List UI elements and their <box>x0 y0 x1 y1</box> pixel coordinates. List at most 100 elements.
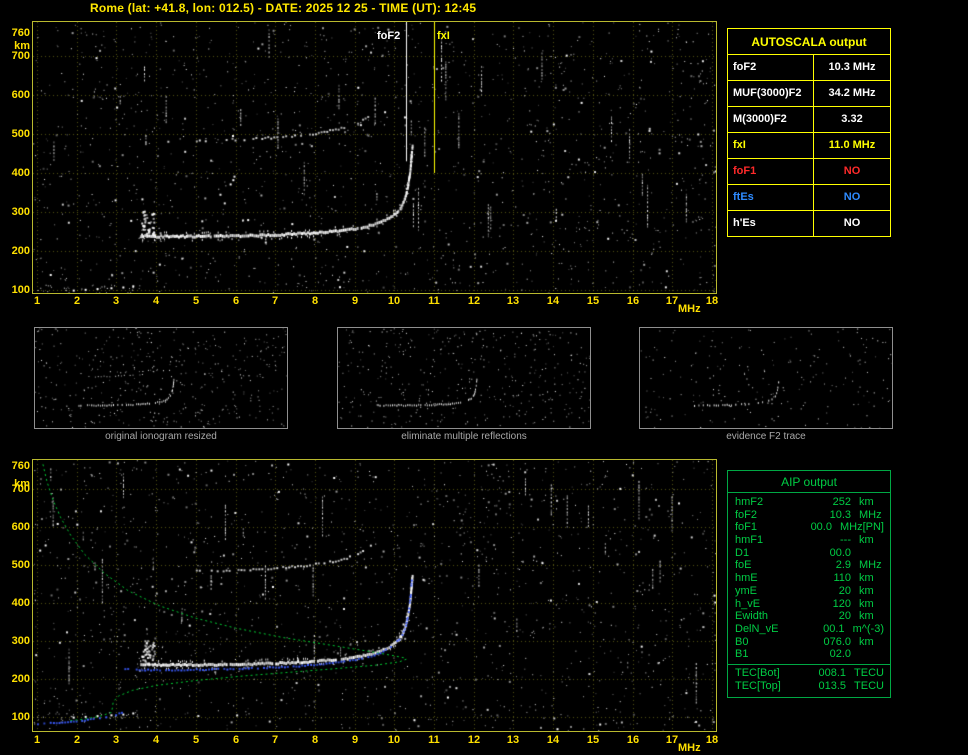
station-date-time-header: Rome (lat: +41.8, lon: 012.5) - DATE: 20… <box>90 1 477 15</box>
thumbnail-caption-f2trace: evidence F2 trace <box>726 431 806 442</box>
autoscala-param-value: NO <box>843 165 861 177</box>
aip-param-name: TEC[Bot] <box>735 666 780 679</box>
y-axis-tick-500: 500 <box>11 128 30 140</box>
y-axis-tick-300: 300 <box>11 635 30 647</box>
aip-param-value: 20 <box>838 610 851 623</box>
x-axis-tick-12: 12 <box>467 734 481 746</box>
x-axis-tick-3: 3 <box>112 295 120 307</box>
aip-param-value: 00.0 <box>829 546 851 559</box>
autoscala-table-rows: foF2 10.3 MHz MUF(3000)F2 34.2 MHz M(3000)F2… <box>728 55 890 236</box>
aip-param-name: hmF2 <box>735 496 764 508</box>
aip-param-note <box>882 509 890 522</box>
x-axis-tick-14: 14 <box>546 295 560 307</box>
x-axis-tick-13: 13 <box>506 295 520 307</box>
aip-param-unit: TECU <box>854 666 884 679</box>
x-axis-tick-16: 16 <box>626 734 640 746</box>
x-axis-tick-6: 6 <box>232 734 240 746</box>
x-axis-tick-11: 11 <box>428 295 440 307</box>
autoscala-param-value: 34.2 MHz <box>828 87 876 99</box>
aip-param-value: 252 <box>832 496 851 508</box>
autoscala-param-value: NO <box>843 217 861 229</box>
aip-row-hmF2: hmF2 252 km <box>728 496 890 509</box>
autoscala-row-h'Es: h'Es NO <box>728 211 890 236</box>
aip-param-name: foF1 <box>735 521 758 534</box>
aip-param-note <box>884 667 890 680</box>
aip-row-foF2: foF2 10.3 MHz <box>728 509 890 522</box>
y-axis-tick-400: 400 <box>11 597 30 609</box>
aip-row-DelN_vE: DelN_vE 00.1 m^(-3) <box>728 623 890 636</box>
y-axis-tick-100: 100 <box>11 284 30 296</box>
foF2-marker-label: foF2 <box>377 30 401 42</box>
y-axis-tick-200: 200 <box>11 245 30 257</box>
x-axis-tick-4: 4 <box>152 295 160 307</box>
x-axis-tick-1: 1 <box>33 295 41 307</box>
aip-param-note <box>874 610 890 623</box>
aip-param-value: --- <box>840 534 851 547</box>
x-axis-tick-1: 1 <box>33 734 41 746</box>
aip-param-name: Ewidth <box>735 610 769 623</box>
x-axis-tick-4: 4 <box>152 734 160 746</box>
aip-param-name: TEC[Top] <box>735 679 781 692</box>
aip-row-B1: B1 02.0 <box>728 648 890 661</box>
aip-param-name: h_vE <box>735 597 761 610</box>
aip-param-note <box>859 547 890 560</box>
aip-row-D1: D1 00.0 <box>728 547 890 560</box>
aip-param-unit: km <box>859 496 874 508</box>
aip-param-unit: km <box>859 584 874 597</box>
aip-param-value: 2.9 <box>835 559 851 572</box>
aip-row-hmF1: hmF1 --- km <box>728 534 890 547</box>
x-axis-unit: MHz <box>678 303 701 315</box>
aip-param-unit: km <box>859 572 874 585</box>
bottom-ionogram-canvas <box>32 459 717 732</box>
x-axis-tick-8: 8 <box>311 734 319 746</box>
x-axis-tick-12: 12 <box>467 295 481 307</box>
aip-param-name: DelN_vE <box>735 622 779 635</box>
aip-row-foF1: foF1 00.0 MHz [PN] <box>728 521 890 534</box>
autoscala-param-label: foF2 <box>728 55 814 80</box>
aip-param-value: 00.1 <box>823 622 845 635</box>
aip-param-value: 02.0 <box>829 648 851 661</box>
aip-param-note <box>882 559 890 572</box>
y-axis-tick-300: 300 <box>11 206 30 218</box>
aip-row-B0: B0 076.0 km <box>728 636 890 649</box>
aip-param-note <box>874 636 890 649</box>
x-axis-tick-7: 7 <box>271 734 279 746</box>
aip-tec-rows: TEC[Bot] 008.1 TECU TEC[Top] 013.5 TECU <box>728 663 890 692</box>
x-axis-tick-5: 5 <box>192 734 200 746</box>
x-axis-tick-15: 15 <box>586 734 600 746</box>
aip-param-name: foF2 <box>735 508 758 521</box>
autoscala-param-value: 10.3 MHz <box>828 61 876 73</box>
thumbnail-caption-multiples: eliminate multiple reflections <box>401 431 527 442</box>
aip-param-note <box>874 598 890 611</box>
x-axis-tick-8: 8 <box>311 295 319 307</box>
y-axis-tick-500: 500 <box>11 559 30 571</box>
y-axis-tick-600: 600 <box>11 89 30 101</box>
x-axis-tick-9: 9 <box>351 295 359 307</box>
aip-param-unit: km <box>859 597 874 610</box>
x-axis-tick-7: 7 <box>271 295 279 307</box>
thumbnail-multiples-removed <box>337 327 591 429</box>
x-axis-tick-18: 18 <box>705 295 719 307</box>
aip-param-value: 013.5 <box>818 679 847 692</box>
aip-table-rows: hmF2 252 km foF2 10.3 MHz foF1 00.0 MHz [PN] hmF1-… <box>728 493 890 661</box>
autoscala-row-fxI: fxI 11.0 MHz <box>728 133 890 159</box>
aip-param-note <box>884 623 890 636</box>
aip-param-name: ymE <box>735 584 757 597</box>
aip-param-unit <box>851 547 859 560</box>
aip-param-name: D1 <box>735 546 750 559</box>
y-axis-tick-760: 760 <box>11 27 30 39</box>
autoscala-param-label: fxI <box>728 133 814 158</box>
aip-row-hmE: hmE 110 km <box>728 572 890 585</box>
autoscala-param-label: h'Es <box>728 211 814 236</box>
aip-param-unit: MHz <box>859 508 882 521</box>
autoscala-param-label: ftEs <box>728 185 814 210</box>
x-axis-tick-15: 15 <box>586 295 600 307</box>
aip-param-value: 10.3 <box>829 508 851 521</box>
aip-param-unit: km <box>859 635 874 648</box>
autoscala-param-value: NO <box>843 191 861 203</box>
autoscala-param-value: 3.32 <box>841 113 863 125</box>
aip-param-note <box>874 534 890 547</box>
autoscala-app-window: Rome (lat: +41.8, lon: 012.5) - DATE: 20… <box>0 0 968 755</box>
aip-row-ymE: ymE 20 km <box>728 585 890 598</box>
aip-param-note <box>874 496 890 509</box>
